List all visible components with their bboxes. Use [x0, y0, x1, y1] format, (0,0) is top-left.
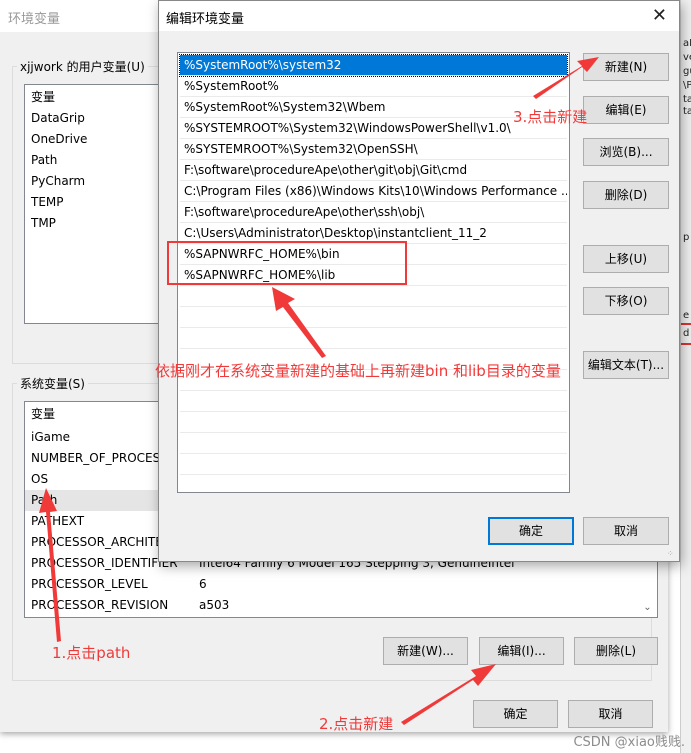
user-variable-row[interactable]: OneDrive	[25, 129, 87, 150]
system-variables-label: 系统变量(S)	[17, 375, 88, 392]
path-entry-empty[interactable]	[180, 433, 567, 454]
bg-text-fragment: \P	[683, 80, 691, 91]
browse-button[interactable]: 浏览(B)...	[583, 138, 669, 166]
env-cancel-button[interactable]: 取消	[568, 700, 653, 728]
variable-name: iGame	[31, 430, 71, 444]
path-entry[interactable]: %SYSTEMROOT%\System32\OpenSSH\	[180, 139, 567, 160]
variable-value: 6	[199, 577, 207, 591]
bg-text-fragment: gu	[683, 66, 691, 77]
scroll-down-arrow-icon[interactable]: ⌄	[639, 599, 656, 616]
user-variable-row[interactable]: Path	[25, 150, 57, 171]
path-entry-empty[interactable]	[180, 328, 567, 349]
edit-dialog-titlebar: 编辑环境变量 ✕	[159, 1, 679, 31]
path-entry[interactable]: %SystemRoot%\System32\Wbem	[180, 97, 567, 118]
bg-text-fragment: ta	[683, 106, 691, 117]
delete-entry-button[interactable]: 删除(D)	[583, 181, 669, 209]
path-entry[interactable]: %SYSTEMROOT%\System32\WindowsPowerShell\…	[180, 118, 567, 139]
variable-name: NUMBER_OF_PROCES	[31, 451, 161, 465]
path-entry[interactable]: %SystemRoot%	[180, 76, 567, 97]
bg-text-fragment: e	[683, 310, 690, 321]
path-entry[interactable]: F:\software\procedureApe\other\ssh\obj\	[180, 202, 567, 223]
edit-ok-button[interactable]: 确定	[488, 517, 574, 545]
edit-cancel-button[interactable]: 取消	[583, 517, 669, 545]
user-variable-row[interactable]: DataGrip	[25, 108, 85, 129]
header-variable-label: 变量	[31, 407, 56, 421]
bg-red-underline	[681, 343, 691, 345]
user-variable-row[interactable]: TEMP	[25, 192, 64, 213]
path-entry-empty[interactable]	[180, 412, 567, 433]
variable-value: a503	[199, 598, 230, 612]
background-window: aE ve gu \P ta ta p e d	[680, 0, 691, 753]
path-entry-empty[interactable]	[180, 391, 567, 412]
edit-dialog-title: 编辑环境变量	[166, 12, 245, 27]
path-entry-selected[interactable]: %SystemRoot%\system32	[179, 54, 568, 77]
system-edit-button[interactable]: 编辑(I)...	[479, 637, 564, 665]
highlight-new-entries-box	[167, 241, 407, 285]
annotation-note: 依据刚才在系统变量新建的基础上再新建bin 和lib目录的变量	[155, 362, 561, 380]
env-ok-button[interactable]: 确定	[473, 700, 558, 728]
bg-text-fragment: aE	[683, 38, 691, 49]
close-icon[interactable]: ✕	[652, 5, 667, 26]
screenshot-root: aE ve gu \P ta ta p e d 环境变量 xjjwork 的用户…	[0, 0, 691, 753]
edit-entry-button[interactable]: 编辑(E)	[583, 96, 669, 124]
bg-text-fragment: p	[683, 232, 690, 243]
variable-name: PATHEXT	[31, 514, 85, 528]
move-up-button[interactable]: 上移(U)	[583, 245, 669, 273]
bg-red-underline	[681, 323, 691, 325]
new-entry-button[interactable]: 新建(N)	[583, 53, 669, 81]
variable-name: PROCESSOR_ARCHITE	[31, 535, 163, 549]
move-down-button[interactable]: 下移(O)	[583, 287, 669, 315]
variable-name: PROCESSOR_REVISION	[31, 598, 169, 612]
variable-name: Path	[31, 493, 58, 507]
path-entry[interactable]: C:\Program Files (x86)\Windows Kits\10\W…	[180, 181, 567, 202]
variable-name: PROCESSOR_IDENTIFIER	[31, 556, 178, 570]
annotation-step3: 3.点击新建	[513, 108, 588, 126]
system-variable-row[interactable]: PROCESSOR_LEVEL 6	[25, 574, 637, 595]
user-list-header-variable[interactable]: 变量	[25, 87, 55, 108]
user-variables-label: xjjwork 的用户变量(U)	[17, 58, 148, 75]
edit-text-button[interactable]: 编辑文本(T)...	[583, 351, 669, 379]
csdn-watermark: CSDN @xiao贱贱.	[573, 735, 685, 750]
variable-name: PROCESSOR_LEVEL	[31, 577, 148, 591]
path-entry[interactable]: F:\software\procedureApe\other\git\obj\G…	[180, 160, 567, 181]
bg-text-fragment: d	[683, 328, 690, 339]
env-window-title: 环境变量	[8, 12, 61, 27]
annotation-step2: 2.点击新建	[319, 715, 394, 733]
user-variable-row[interactable]: TMP	[25, 213, 56, 234]
system-variable-row[interactable]: PROCESSOR_REVISION a503	[25, 595, 637, 616]
path-entry-empty[interactable]	[180, 454, 567, 475]
resize-grip-icon[interactable]: ⁘	[667, 549, 677, 559]
variable-name: OS	[31, 472, 49, 486]
bg-text-fragment: ta	[683, 94, 691, 105]
bg-text-fragment: ve	[683, 52, 691, 63]
path-entry-empty[interactable]	[180, 286, 567, 307]
system-delete-button[interactable]: 删除(L)	[574, 637, 658, 665]
path-entry-empty[interactable]	[180, 307, 567, 328]
annotation-step1: 1.点击path	[52, 644, 131, 662]
user-variable-row[interactable]: PyCharm	[25, 171, 85, 192]
system-new-button[interactable]: 新建(W)...	[383, 637, 468, 665]
